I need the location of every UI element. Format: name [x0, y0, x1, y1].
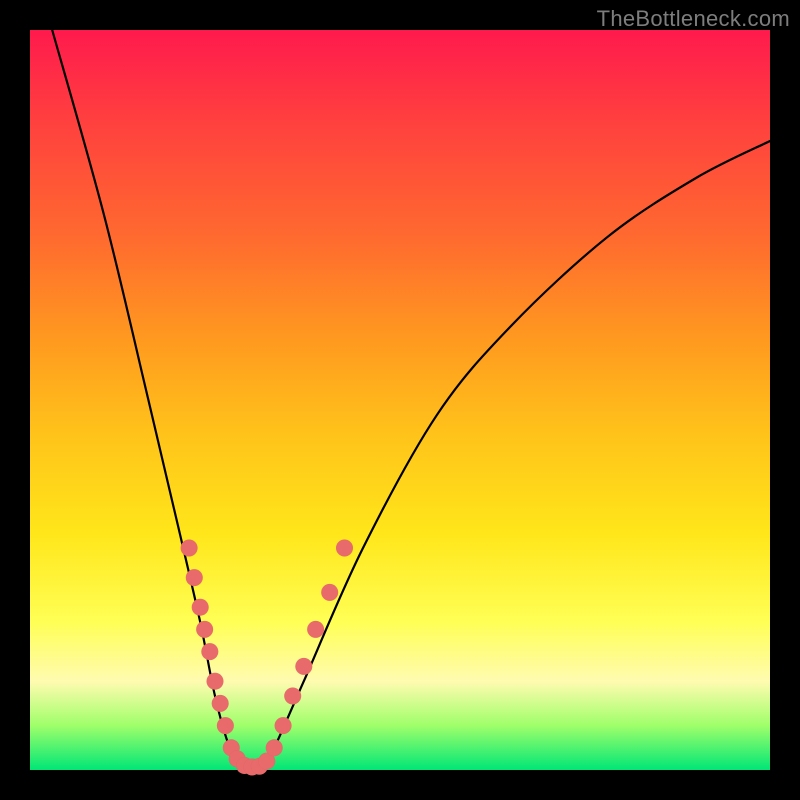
sample-dot — [266, 739, 283, 756]
sample-dot — [212, 695, 229, 712]
sample-dot — [207, 673, 224, 690]
sample-dots — [181, 540, 353, 776]
watermark-text: TheBottleneck.com — [597, 6, 790, 32]
sample-dot — [201, 643, 218, 660]
curve-layer — [30, 30, 770, 770]
sample-dot — [192, 599, 209, 616]
sample-dot — [186, 569, 203, 586]
sample-dot — [295, 658, 312, 675]
plot-area — [30, 30, 770, 770]
sample-dot — [284, 688, 301, 705]
chart-stage: TheBottleneck.com — [0, 0, 800, 800]
sample-dot — [321, 584, 338, 601]
sample-dot — [196, 621, 213, 638]
sample-dot — [275, 717, 292, 734]
sample-dot — [217, 717, 234, 734]
sample-dot — [336, 540, 353, 557]
bottleneck-curve — [52, 30, 770, 773]
sample-dot — [307, 621, 324, 638]
sample-dot — [181, 540, 198, 557]
